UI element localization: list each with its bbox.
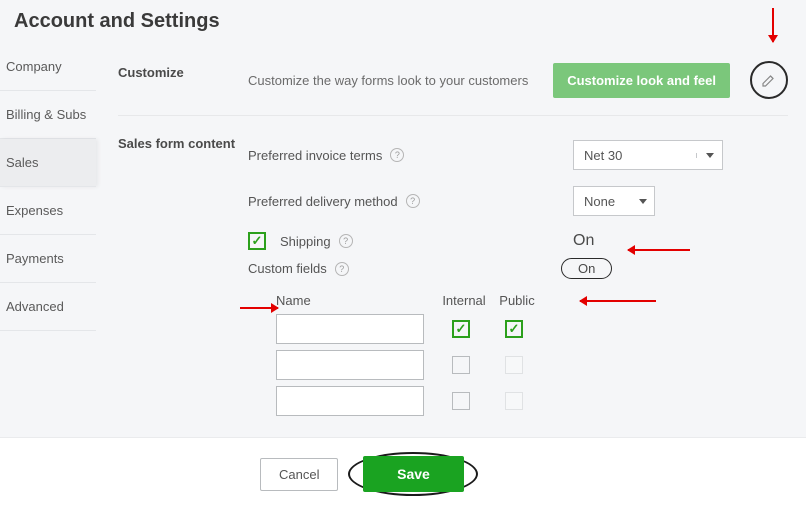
invoice-terms-select[interactable]: Net 30 xyxy=(573,140,723,170)
cf-header-internal: Internal xyxy=(436,293,492,308)
section-customize: Customize Customize the way forms look t… xyxy=(118,49,788,111)
table-row xyxy=(276,386,788,416)
section-label-customize: Customize xyxy=(118,61,248,99)
help-icon[interactable]: ? xyxy=(339,234,353,248)
chevron-down-icon xyxy=(632,199,654,204)
cf-name-input-2[interactable] xyxy=(276,350,424,380)
table-row: ✓ ✓ xyxy=(276,314,788,344)
section-label-sales-form: Sales form content xyxy=(118,132,248,422)
cancel-button[interactable]: Cancel xyxy=(260,458,338,491)
edit-button[interactable] xyxy=(750,61,788,99)
invoice-terms-label: Preferred invoice terms xyxy=(248,148,382,163)
customize-description: Customize the way forms look to your cus… xyxy=(248,73,539,88)
cf-internal-checkbox-3[interactable] xyxy=(452,392,470,410)
sidebar-item-advanced[interactable]: Advanced xyxy=(0,283,96,331)
customize-look-button[interactable]: Customize look and feel xyxy=(553,63,730,98)
table-row xyxy=(276,350,788,380)
shipping-label: Shipping xyxy=(280,234,331,249)
pencil-icon xyxy=(761,72,777,88)
help-icon[interactable]: ? xyxy=(335,262,349,276)
delivery-method-value: None xyxy=(574,194,632,209)
page-title: Account and Settings xyxy=(0,0,806,39)
sidebar-item-expenses[interactable]: Expenses xyxy=(0,187,96,235)
delivery-method-label: Preferred delivery method xyxy=(248,194,398,209)
custom-fields-status: On xyxy=(561,258,612,279)
chevron-down-icon xyxy=(696,153,722,158)
cf-header-public: Public xyxy=(492,293,542,308)
section-sales-form: Sales form content Preferred invoice ter… xyxy=(118,116,788,434)
cf-name-input-3[interactable] xyxy=(276,386,424,416)
custom-fields-label: Custom fields xyxy=(248,261,327,276)
save-button[interactable]: Save xyxy=(363,456,464,492)
cf-public-checkbox-2 xyxy=(505,356,523,374)
sidebar-item-sales[interactable]: Sales xyxy=(0,139,96,187)
shipping-checkbox[interactable]: ✓ xyxy=(248,232,266,250)
shipping-status: On xyxy=(573,232,594,249)
cf-public-checkbox-3 xyxy=(505,392,523,410)
sidebar-item-payments[interactable]: Payments xyxy=(0,235,96,283)
cf-public-checkbox-1[interactable]: ✓ xyxy=(505,320,523,338)
custom-fields-table: Name Internal Public ✓ ✓ xyxy=(276,293,788,416)
footer-actions: Cancel Save xyxy=(0,437,806,510)
help-icon[interactable]: ? xyxy=(390,148,404,162)
help-icon[interactable]: ? xyxy=(406,194,420,208)
cf-name-input-1[interactable] xyxy=(276,314,424,344)
invoice-terms-value: Net 30 xyxy=(574,148,696,163)
cf-internal-checkbox-1[interactable]: ✓ xyxy=(452,320,470,338)
save-highlight: Save xyxy=(348,452,478,496)
delivery-method-select[interactable]: None xyxy=(573,186,655,216)
cf-header-name: Name xyxy=(276,293,436,308)
sidebar-item-billing[interactable]: Billing & Subs xyxy=(0,91,96,139)
sidebar-item-company[interactable]: Company xyxy=(0,43,96,91)
cf-internal-checkbox-2[interactable] xyxy=(452,356,470,374)
